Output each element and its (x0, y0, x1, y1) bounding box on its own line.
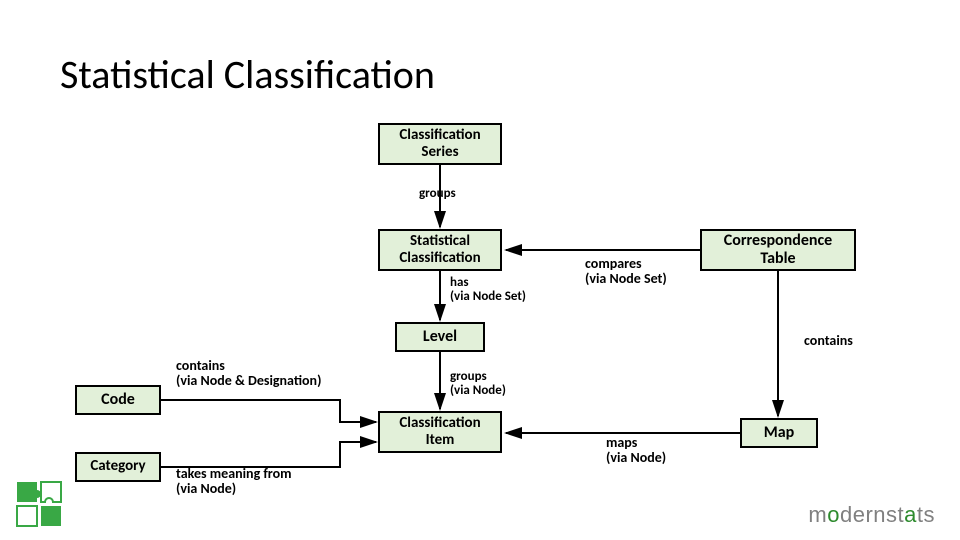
box-map: Map (740, 418, 818, 448)
box-label: Statistical Classification (399, 233, 480, 268)
box-level: Level (395, 322, 485, 352)
label-maps: maps (via Node) (606, 435, 666, 466)
box-label: Classification Series (399, 127, 480, 162)
page-title: Statistical Classification (60, 50, 435, 99)
label-contains-left: contains (via Node & Designation) (176, 358, 321, 389)
brand-part: ts (917, 502, 935, 527)
box-label: Level (423, 328, 457, 346)
box-label: Correspondence Table (724, 232, 832, 269)
box-correspondence-table: Correspondence Table (700, 229, 856, 271)
box-classification-series: Classification Series (378, 123, 502, 165)
box-label: Category (90, 458, 145, 475)
box-category: Category (75, 452, 161, 482)
brand-part: a (904, 502, 917, 527)
label-contains-right: contains (804, 333, 853, 348)
box-classification-item: Classification Item (378, 411, 502, 453)
label-takes: takes meaning from (via Node) (176, 466, 292, 497)
label-compares: compares (via Node Set) (585, 256, 667, 287)
box-code: Code (75, 385, 161, 415)
brand-part: m (808, 502, 827, 527)
label-groups-2: groups (via Node) (450, 370, 506, 399)
modernstats-logo: modernstats (808, 502, 935, 528)
brand-part: o (827, 502, 840, 527)
label-has: has (via Node Set) (450, 276, 526, 305)
box-label: Classification Item (399, 415, 480, 450)
brand-part: dernst (840, 502, 904, 527)
box-label: Code (101, 391, 135, 409)
label-groups-1: groups (419, 187, 456, 201)
box-label: Map (764, 424, 794, 442)
box-statistical-classification: Statistical Classification (378, 229, 502, 271)
puzzle-logo-icon (15, 480, 63, 528)
